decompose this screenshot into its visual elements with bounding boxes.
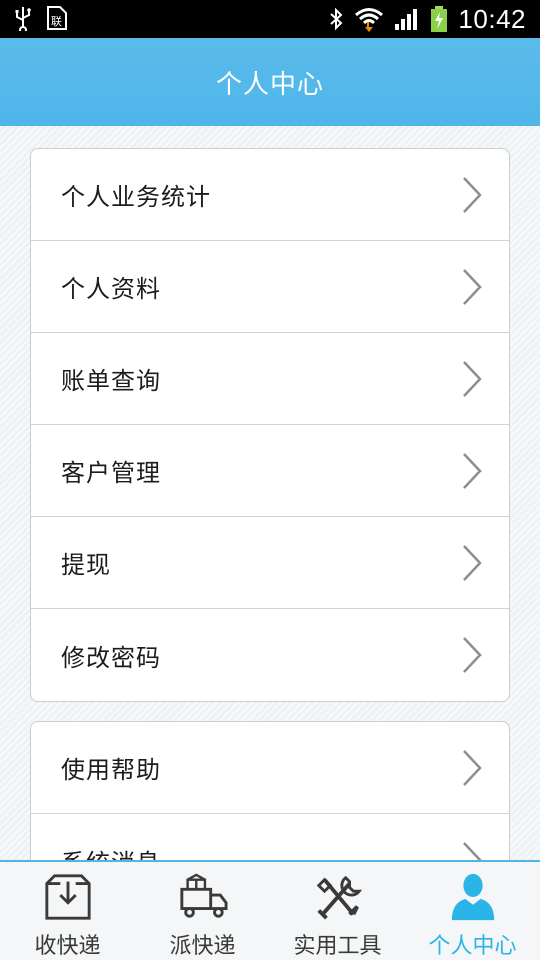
menu-item-change-password[interactable]: 修改密码	[31, 609, 509, 701]
menu-item-help[interactable]: 使用帮助	[31, 722, 509, 814]
menu-item-withdraw[interactable]: 提现	[31, 517, 509, 609]
tab-label: 派快递	[169, 934, 236, 959]
tab-label: 实用工具	[293, 934, 382, 959]
menu-item-label: 客户管理	[61, 459, 161, 487]
menu-item-system-messages[interactable]: 系统消息	[31, 814, 509, 860]
status-bar: 联 10:42	[0, 0, 540, 38]
signal-icon	[395, 9, 418, 30]
tab-deliver-express[interactable]: 派快递	[135, 862, 270, 960]
menu-item-customer-management[interactable]: 客户管理	[31, 425, 509, 517]
battery-charging-icon	[431, 6, 448, 32]
status-left-icons: 联	[14, 5, 68, 31]
usb-icon	[15, 7, 31, 31]
chevron-right-icon	[463, 544, 482, 581]
sim-icon: 联	[47, 6, 67, 30]
menu-item-label: 系统消息	[61, 843, 161, 861]
menu-item-label: 修改密码	[61, 643, 161, 672]
tab-label: 收快递	[34, 934, 101, 959]
chevron-right-icon	[463, 749, 482, 786]
menu-item-label: 账单查询	[61, 367, 161, 395]
page-title: 个人中心	[215, 69, 324, 100]
chevron-right-icon	[463, 842, 482, 860]
tab-label: 个人中心	[428, 934, 517, 959]
chevron-right-icon	[463, 637, 482, 673]
menu-item-business-stats[interactable]: 个人业务统计	[31, 149, 509, 241]
menu-item-label: 个人资料	[61, 275, 161, 303]
svg-text:联: 联	[51, 15, 62, 28]
bottom-tab-bar: 收快递 派快递 实用工具 个人中心	[0, 860, 540, 960]
tab-receive-express[interactable]: 收快递	[0, 862, 135, 960]
tools-icon	[316, 875, 362, 920]
menu-group-account: 个人业务统计 个人资料 账单查询 客户管理 提现 修改密码	[30, 148, 510, 702]
menu-item-label: 个人业务统计	[61, 183, 211, 211]
content-area[interactable]: 个人业务统计 个人资料 账单查询 客户管理 提现 修改密码 使用帮助	[0, 126, 540, 860]
menu-item-label: 使用帮助	[61, 756, 161, 784]
tab-tools[interactable]: 实用工具	[270, 862, 405, 960]
status-time: 10:42	[458, 3, 526, 34]
person-icon	[451, 873, 494, 921]
menu-item-profile[interactable]: 个人资料	[31, 241, 509, 333]
status-right-icons: 10:42	[328, 0, 526, 38]
menu-group-help: 使用帮助 系统消息	[30, 721, 510, 860]
menu-item-label: 提现	[61, 551, 111, 579]
chevron-right-icon	[463, 360, 482, 397]
app-header: 个人中心	[0, 38, 540, 126]
delivery-truck-icon	[179, 873, 228, 918]
chevron-right-icon	[463, 268, 482, 305]
wifi-icon	[355, 8, 384, 32]
inbox-download-icon	[44, 874, 91, 920]
menu-item-bill-query[interactable]: 账单查询	[31, 333, 509, 425]
bluetooth-icon	[330, 7, 343, 31]
chevron-right-icon	[463, 176, 482, 213]
chevron-right-icon	[463, 452, 482, 489]
tab-personal-center[interactable]: 个人中心	[405, 862, 540, 960]
